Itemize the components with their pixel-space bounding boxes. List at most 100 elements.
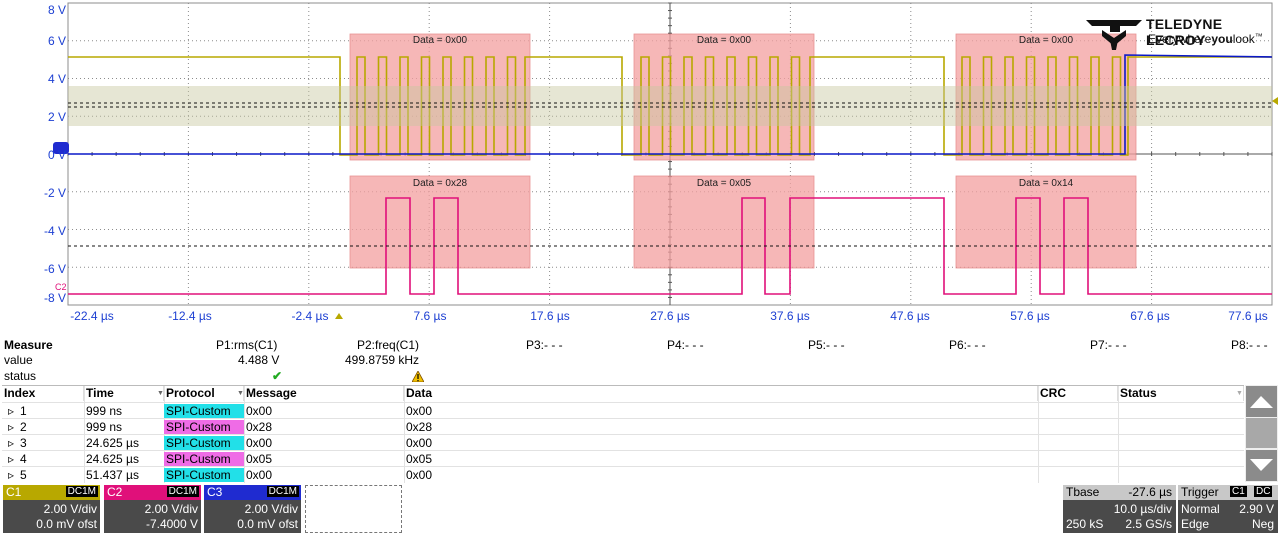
timebase-label: Tbase bbox=[1066, 485, 1100, 499]
table-scrollbar[interactable] bbox=[1245, 385, 1278, 482]
y-label: 6 V bbox=[47, 34, 66, 48]
channel-vdiv: 2.00 V/div bbox=[43, 502, 97, 516]
channel-offset: 0.0 mV ofst bbox=[237, 517, 298, 531]
trigger-label: Trigger bbox=[1181, 485, 1219, 499]
expand-arrow-icon[interactable]: ▹ bbox=[6, 452, 14, 466]
warning-icon bbox=[412, 371, 424, 382]
trigger-level: 2.90 V bbox=[1239, 502, 1274, 516]
timebase-tdiv: 10.0 µs/div bbox=[1113, 502, 1172, 516]
waveform-display[interactable]: 8 V 6 V 4 V 2 V 0 V -2 V -4 V -6 V -8 V … bbox=[0, 0, 1280, 330]
y-label: 0 V bbox=[47, 148, 66, 162]
cell-message: 0x00 bbox=[246, 436, 273, 450]
table-row[interactable]: ▹ 4 24.625 µs SPI-Custom 0x05 0x05 bbox=[2, 450, 1244, 467]
expand-arrow-icon[interactable]: ▹ bbox=[6, 436, 14, 450]
trigger-level-marker bbox=[1272, 97, 1278, 105]
decode-highlight-region bbox=[349, 175, 531, 269]
col-status[interactable]: Status bbox=[1118, 386, 1244, 401]
param-p1-value: 4.488 V bbox=[238, 353, 280, 367]
param-p7-name[interactable]: P7:- - - bbox=[1090, 338, 1127, 352]
trigger-source: C1 bbox=[1230, 486, 1247, 497]
param-p2-name[interactable]: P2:freq(C1) bbox=[357, 338, 419, 352]
cell-index: 3 bbox=[20, 436, 27, 450]
decode-table[interactable]: Index Time ▼ Protocol ▼ Message Data CRC… bbox=[2, 385, 1244, 483]
cell-index: 2 bbox=[20, 420, 27, 434]
trigger-type: Edge bbox=[1181, 517, 1210, 531]
cell-data: 0x00 bbox=[406, 436, 433, 450]
cell-data: 0x28 bbox=[406, 420, 433, 434]
table-row[interactable]: ▹ 5 51.437 µs SPI-Custom 0x00 0x00 bbox=[2, 466, 1244, 483]
trigger-mode: Normal bbox=[1181, 502, 1220, 516]
cell-protocol: SPI-Custom bbox=[164, 436, 244, 450]
channel-coupling: DC1M bbox=[266, 486, 299, 497]
y-label: -8 V bbox=[43, 291, 66, 305]
cell-message: 0x05 bbox=[246, 452, 273, 466]
sort-arrow-icon[interactable]: ▼ bbox=[237, 390, 244, 397]
trigger-descriptor[interactable]: Trigger C1 DC Normal 2.90 V Edge Neg bbox=[1178, 485, 1278, 533]
channel-c3-descriptor[interactable]: C3 DC1M 2.00 V/div 0.0 mV ofst bbox=[204, 485, 301, 533]
check-icon: ✔ bbox=[272, 369, 283, 383]
table-row[interactable]: ▹ 1 999 ns SPI-Custom 0x00 0x00 bbox=[2, 402, 1244, 419]
y-label: -4 V bbox=[43, 224, 66, 238]
x-label: 67.6 µs bbox=[1130, 309, 1170, 323]
x-label: -22.4 µs bbox=[70, 309, 114, 323]
expand-arrow-icon[interactable]: ▹ bbox=[6, 420, 14, 434]
timebase-descriptor[interactable]: Tbase -27.6 µs 10.0 µs/div 250 kS 2.5 GS… bbox=[1063, 485, 1176, 533]
cell-protocol: SPI-Custom bbox=[164, 468, 244, 482]
col-crc[interactable]: CRC bbox=[1038, 386, 1118, 401]
table-row[interactable]: ▹ 2 999 ns SPI-Custom 0x28 0x28 bbox=[2, 418, 1244, 435]
expand-arrow-icon[interactable]: ▹ bbox=[6, 404, 14, 418]
scroll-thumb[interactable] bbox=[1246, 418, 1277, 448]
scroll-down-button[interactable] bbox=[1246, 450, 1277, 481]
measure-panel: Measure value status P1:rms(C1) 4.488 V … bbox=[0, 337, 1280, 385]
cell-protocol: SPI-Custom bbox=[164, 420, 244, 434]
teledyne-logo-icon bbox=[1086, 20, 1142, 50]
sort-arrow-icon[interactable]: ▼ bbox=[1236, 390, 1243, 397]
expand-arrow-icon[interactable]: ▹ bbox=[6, 468, 14, 482]
x-label: 47.6 µs bbox=[890, 309, 930, 323]
decode-annotation: Data = 0x05 bbox=[696, 178, 752, 189]
x-label: 77.6 µs bbox=[1228, 309, 1268, 323]
table-row[interactable]: ▹ 3 24.625 µs SPI-Custom 0x00 0x00 bbox=[2, 434, 1244, 451]
col-protocol[interactable]: Protocol bbox=[164, 386, 244, 401]
col-time[interactable]: Time bbox=[84, 386, 164, 401]
cell-index: 4 bbox=[20, 452, 27, 466]
measure-row-value: value bbox=[4, 353, 33, 367]
measure-title: Measure bbox=[4, 338, 53, 352]
channel-offset: -7.4000 V bbox=[145, 517, 198, 531]
param-p6-name[interactable]: P6:- - - bbox=[949, 338, 986, 352]
col-data[interactable]: Data bbox=[404, 386, 1038, 401]
cell-protocol: SPI-Custom bbox=[164, 452, 244, 466]
sort-arrow-icon[interactable]: ▼ bbox=[157, 390, 164, 397]
teledyne-lecroy-logo: TELEDYNE LECROY Everywhereyoulook™ bbox=[1082, 14, 1278, 52]
scroll-up-button[interactable] bbox=[1246, 386, 1277, 417]
trigger-slope: Neg bbox=[1251, 517, 1274, 531]
cell-message: 0x00 bbox=[246, 404, 273, 418]
channel-c1-descriptor[interactable]: C1 DC1M 2.00 V/div 0.0 mV ofst bbox=[3, 485, 100, 533]
param-p8-name[interactable]: P8:- - - bbox=[1231, 338, 1268, 352]
y-label: 2 V bbox=[47, 110, 66, 124]
col-index[interactable]: Index bbox=[2, 386, 84, 401]
x-label: 57.6 µs bbox=[1010, 309, 1050, 323]
channel-name: C3 bbox=[207, 485, 223, 499]
col-message[interactable]: Message bbox=[244, 386, 404, 401]
y-label: 4 V bbox=[47, 72, 66, 86]
cell-index: 5 bbox=[20, 468, 27, 482]
param-p5-name[interactable]: P5:- - - bbox=[808, 338, 845, 352]
cell-time: 999 ns bbox=[86, 420, 123, 434]
channel-offset: 0.0 mV ofst bbox=[36, 517, 97, 531]
y-label: 8 V bbox=[47, 3, 66, 17]
decode-annotation: Data = 0x14 bbox=[1018, 178, 1074, 189]
channel-c2-descriptor[interactable]: C2 DC1M 2.00 V/div -7.4000 V bbox=[104, 485, 201, 533]
cell-protocol: SPI-Custom bbox=[164, 404, 244, 418]
channel-vdiv: 2.00 V/div bbox=[144, 502, 198, 516]
empty-channel-slot[interactable] bbox=[305, 485, 402, 533]
param-p1-name[interactable]: P1:rms(C1) bbox=[216, 338, 277, 352]
cell-message: 0x28 bbox=[246, 420, 273, 434]
param-p4-name[interactable]: P4:- - - bbox=[667, 338, 704, 352]
timebase-delay: -27.6 µs bbox=[1128, 485, 1172, 499]
param-p3-name[interactable]: P3:- - - bbox=[526, 338, 563, 352]
channel-coupling: DC1M bbox=[65, 486, 98, 497]
trigger-coupling: DC bbox=[1254, 486, 1273, 497]
channel-name: C2 bbox=[107, 485, 123, 499]
y-label: -6 V bbox=[43, 262, 66, 276]
